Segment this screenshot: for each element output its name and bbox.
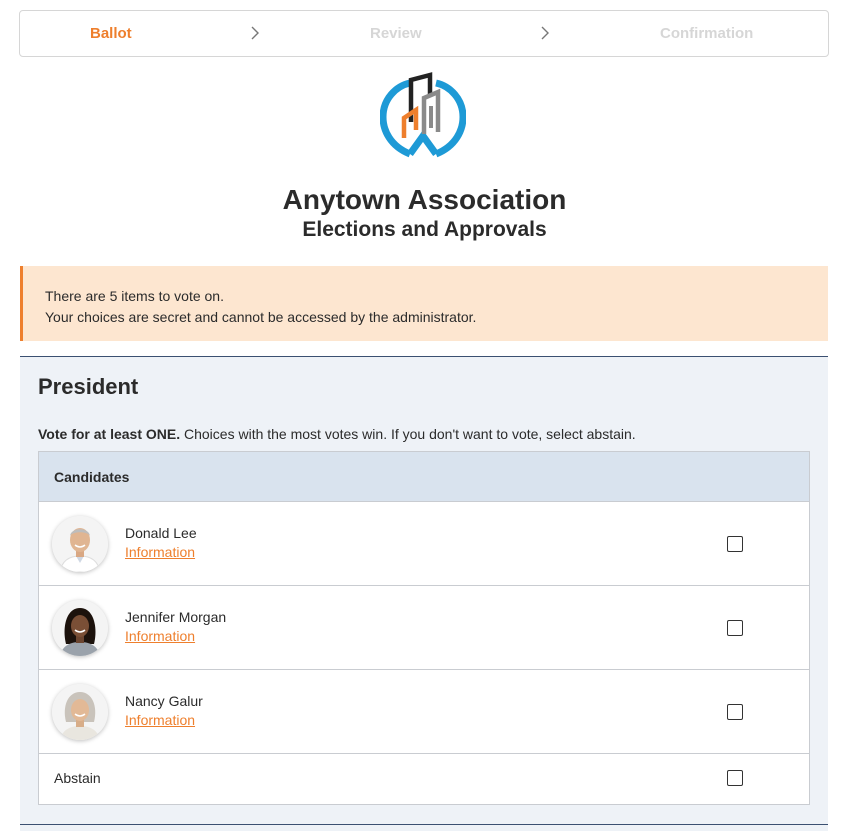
notice-line-secret: Your choices are secret and cannot be ac… <box>45 309 477 325</box>
candidates-table-header: Candidates <box>39 452 809 502</box>
candidate-photo-icon <box>52 684 108 740</box>
candidate-information-link[interactable]: Information <box>125 544 195 560</box>
candidate-photo-icon <box>52 600 108 656</box>
instructions-text: Choices with the most votes win. If you … <box>180 426 636 442</box>
candidate-row: Nancy Galur Information <box>39 670 809 754</box>
association-logo <box>380 72 466 158</box>
candidate-vote-checkbox[interactable] <box>727 536 743 552</box>
voting-notice: There are 5 items to vote on. Your choic… <box>20 266 828 341</box>
ballot-section-president: President Vote for at least ONE. Choices… <box>20 356 828 831</box>
chevron-right-icon <box>251 26 259 40</box>
notice-line-items: There are 5 items to vote on. <box>45 288 224 304</box>
avatar <box>52 684 108 740</box>
candidate-name: Nancy Galur <box>125 693 203 709</box>
candidate-name: Jennifer Morgan <box>125 609 227 625</box>
candidate-photo-icon <box>52 516 108 572</box>
progress-stepper: Ballot Review Confirmation <box>19 10 829 57</box>
candidate-name: Donald Lee <box>125 525 197 541</box>
chevron-right-icon <box>541 26 549 40</box>
candidate-information-link[interactable]: Information <box>125 628 195 644</box>
step-confirmation: Confirmation <box>660 25 754 42</box>
candidates-table: Candidates Donald Lee Information Jennif… <box>38 451 810 805</box>
abstain-checkbox[interactable] <box>727 770 743 786</box>
step-ballot: Ballot <box>90 25 132 42</box>
candidate-vote-checkbox[interactable] <box>727 620 743 636</box>
abstain-label: Abstain <box>54 770 101 786</box>
section-divider <box>20 824 828 825</box>
candidate-vote-checkbox[interactable] <box>727 704 743 720</box>
instructions-emphasis: Vote for at least ONE. <box>38 426 181 442</box>
page-subtitle: Elections and Approvals <box>302 218 547 241</box>
candidate-information-link[interactable]: Information <box>125 712 195 728</box>
avatar <box>52 516 108 572</box>
avatar <box>52 600 108 656</box>
organization-name: Anytown Association <box>282 184 567 215</box>
candidate-row: Donald Lee Information <box>39 502 809 586</box>
ballot-item-title: President <box>38 374 139 399</box>
step-review: Review <box>370 25 422 42</box>
candidate-row: Jennifer Morgan Information <box>39 586 809 670</box>
ballot-instructions: Vote for at least ONE. Choices with the … <box>38 426 636 442</box>
abstain-row: Abstain <box>39 754 809 804</box>
